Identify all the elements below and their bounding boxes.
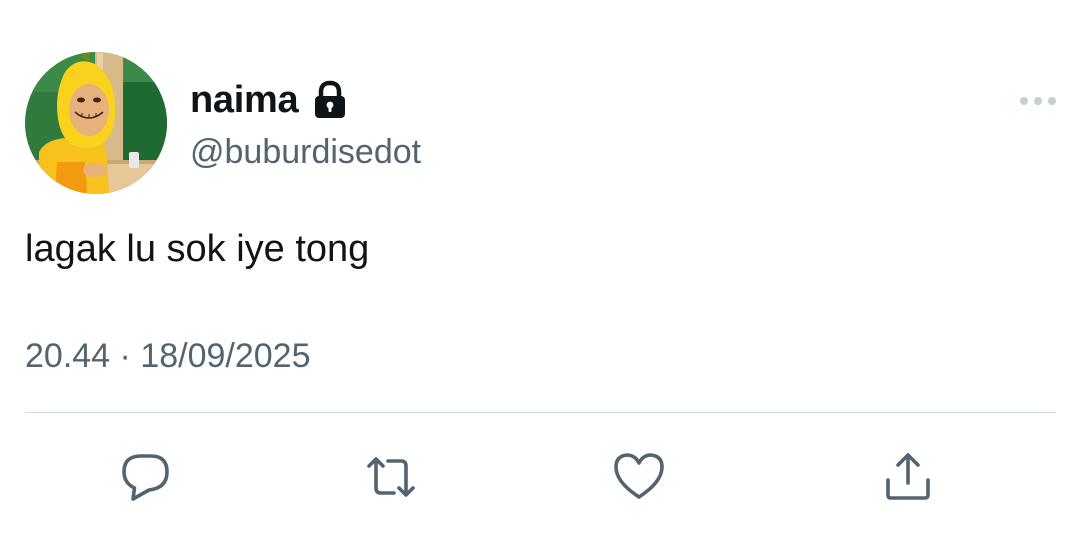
- share-icon: [886, 453, 930, 500]
- meta-separator: ·: [119, 337, 131, 375]
- lock-icon: [312, 80, 348, 120]
- reply-icon: [122, 454, 169, 501]
- tweet-card: naima @buburdisedot lagak lu sok iye ton…: [0, 0, 1080, 536]
- tweet-timestamp[interactable]: 20.44 · 18/09/2025: [25, 334, 311, 378]
- display-name[interactable]: naima: [190, 81, 299, 119]
- avatar[interactable]: [25, 52, 167, 194]
- reply-button[interactable]: [119, 450, 173, 504]
- retweet-button[interactable]: [364, 450, 418, 504]
- avatar-image: [25, 52, 167, 194]
- divider: [25, 412, 1056, 413]
- tweet-time: 20.44: [25, 337, 111, 375]
- share-button[interactable]: [881, 450, 935, 504]
- user-handle[interactable]: @buburdisedot: [190, 130, 421, 174]
- name-row: naima: [190, 74, 348, 126]
- tweet-text: lagak lu sok iye tong: [25, 228, 370, 270]
- retweet-icon: [367, 457, 415, 497]
- heart-icon: [614, 453, 664, 499]
- like-button[interactable]: [612, 450, 666, 504]
- more-icon[interactable]: [1018, 90, 1058, 112]
- tweet-date: 18/09/2025: [140, 337, 311, 375]
